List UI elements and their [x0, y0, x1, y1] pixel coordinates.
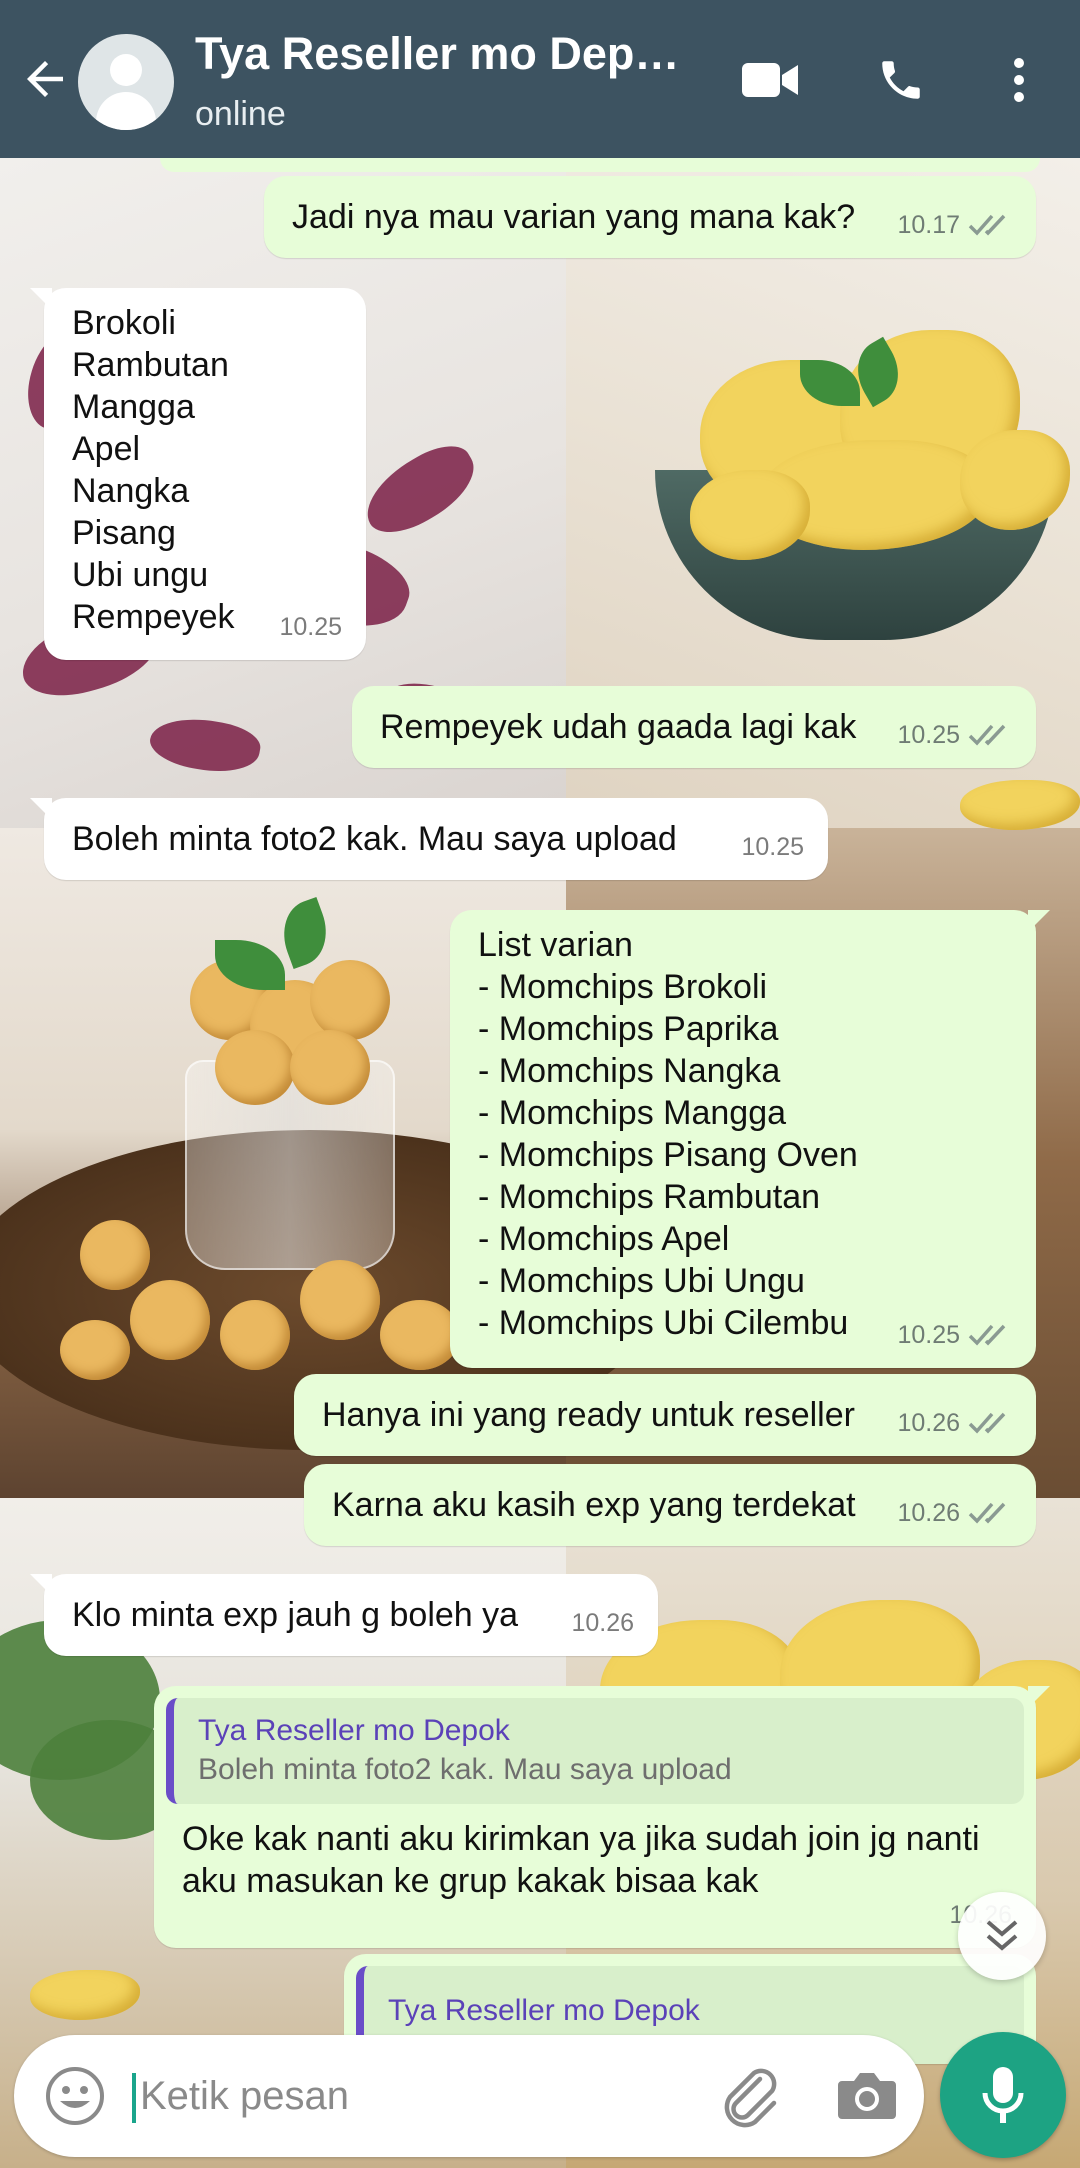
message-time: 10.25 — [741, 833, 804, 861]
message-time: 10.26 — [897, 1499, 960, 1527]
double-check-icon — [968, 1324, 1006, 1346]
message-time: 10.25 — [897, 721, 960, 749]
outgoing-message[interactable]: Jadi nya mau varian yang mana kak? 10.17 — [264, 176, 1036, 258]
mic-icon — [982, 2067, 1024, 2123]
message-text: Boleh minta foto2 kak. Mau saya upload — [72, 820, 677, 858]
double-check-icon — [968, 214, 1006, 236]
quoted-text: Boleh minta foto2 kak. Mau saya upload — [198, 1753, 732, 1786]
phone-icon[interactable] — [876, 55, 926, 105]
scroll-down-icon — [986, 1920, 1018, 1951]
outgoing-message[interactable]: Tya Reseller mo Depok Boleh minta foto2 … — [154, 1686, 1050, 1948]
incoming-message[interactable]: Boleh minta foto2 kak. Mau saya upload 1… — [30, 798, 828, 880]
incoming-message[interactable]: Brokoli Rambutan Mangga Apel Nangka Pisa… — [30, 288, 366, 660]
message-text: List varian - Momchips Brokoli - Momchip… — [478, 926, 858, 1342]
contact-status: online — [195, 95, 286, 133]
quoted-sender: Tya Reseller mo Depok — [388, 1994, 700, 2027]
avatar[interactable] — [78, 34, 174, 130]
outgoing-message[interactable]: List varian - Momchips Brokoli - Momchip… — [450, 910, 1050, 1368]
message-time: 10.17 — [897, 211, 960, 239]
message-time: 10.26 — [571, 1609, 634, 1637]
outgoing-message[interactable]: Rempeyek udah gaada lagi kak 10.25 — [352, 686, 1036, 768]
video-call-icon[interactable] — [740, 57, 800, 103]
voice-message-button[interactable] — [940, 2032, 1066, 2158]
incoming-message[interactable]: Klo minta exp jauh g boleh ya 10.26 — [30, 1574, 658, 1656]
outgoing-message[interactable]: Karna aku kasih exp yang terdekat 10.26 — [304, 1464, 1036, 1546]
message-composer — [14, 2035, 924, 2157]
outgoing-message[interactable]: Hanya ini yang ready untuk reseller 10.2… — [294, 1374, 1036, 1456]
avatar-icon — [110, 54, 142, 86]
camera-icon[interactable] — [836, 2067, 898, 2123]
double-check-icon — [968, 1412, 1006, 1434]
double-check-icon — [968, 1502, 1006, 1524]
chat-header: Tya Reseller mo Dep… online — [0, 0, 1080, 158]
emoji-icon[interactable] — [42, 2063, 108, 2129]
message-input[interactable] — [140, 2065, 700, 2127]
back-arrow-icon[interactable] — [18, 52, 72, 106]
message-time: 10.25 — [279, 613, 342, 641]
message-time: 10.25 — [897, 1321, 960, 1349]
message-text: Oke kak nanti aku kirimkan ya jika sudah… — [182, 1820, 980, 1900]
contact-name[interactable]: Tya Reseller mo Dep… — [195, 28, 715, 80]
quoted-sender: Tya Reseller mo Depok — [198, 1714, 510, 1747]
scroll-to-bottom-button[interactable] — [958, 1892, 1046, 1980]
text-cursor — [132, 2073, 136, 2123]
message-time: 10.26 — [897, 1409, 960, 1437]
quoted-message[interactable]: Tya Reseller mo Depok Boleh minta foto2 … — [166, 1698, 1024, 1804]
message-bubble-partial — [160, 158, 1040, 172]
more-options-icon[interactable] — [1000, 55, 1038, 105]
attach-icon[interactable] — [714, 2063, 784, 2129]
message-text: Brokoli Rambutan Mangga Apel Nangka Pisa… — [72, 304, 235, 636]
double-check-icon — [968, 724, 1006, 746]
message-text: Klo minta exp jauh g boleh ya — [72, 1596, 519, 1634]
